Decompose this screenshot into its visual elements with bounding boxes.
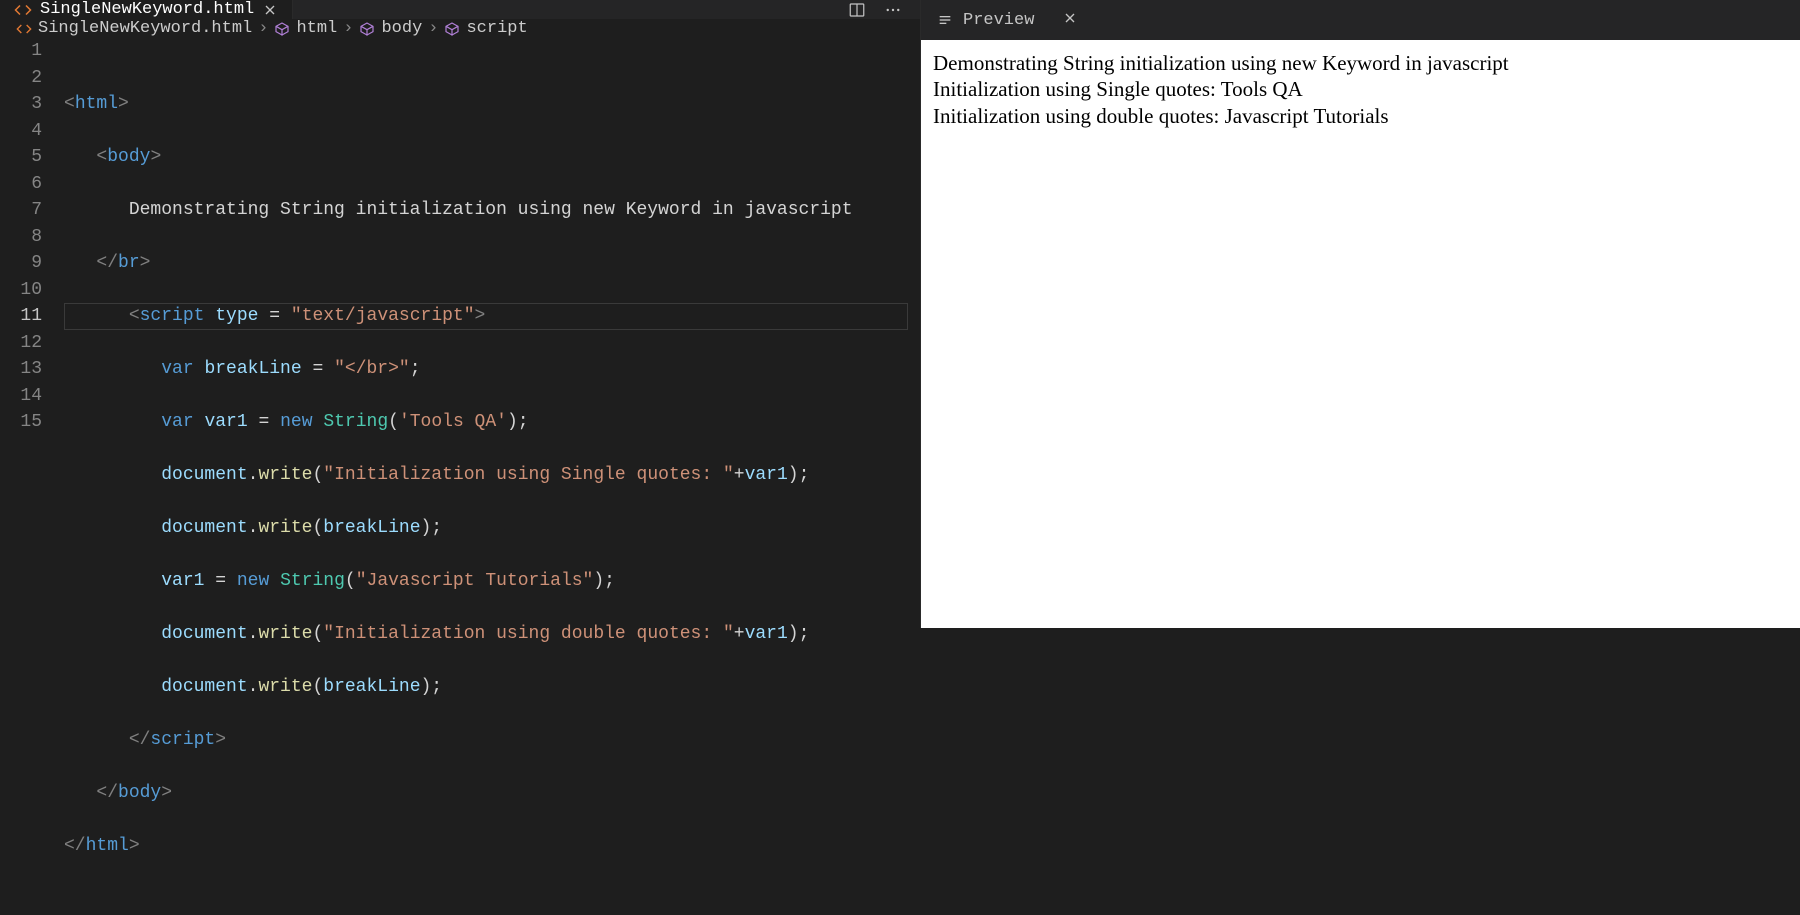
line-number: 4 [0,118,42,145]
ident: document [161,677,247,697]
ident: document [161,465,247,485]
file-html-icon [14,1,32,19]
code[interactable]: <html> <body> Demonstrating String initi… [64,38,920,913]
attr: type [215,306,258,326]
preview-tab-bar: Preview [921,0,1800,40]
line-number: 9 [0,250,42,277]
line-number: 11 [0,303,42,330]
tag: html [75,94,118,114]
line-number: 13 [0,356,42,383]
tab-bar: SingleNewKeyword.html [0,0,920,19]
line-number: 12 [0,330,42,357]
tag: body [118,783,161,803]
close-icon[interactable] [262,2,278,18]
preview-pane: Preview Demonstrating String initializat… [920,0,1800,628]
line-number: 5 [0,144,42,171]
line-number: 3 [0,91,42,118]
breadcrumb-script-label: script [466,19,527,38]
chevron-right-icon: › [343,19,353,38]
string: "</br>" [334,359,410,379]
symbol-icon [444,21,460,37]
func: write [258,518,312,538]
string: "text/javascript" [291,306,475,326]
symbol-icon [359,21,375,37]
file-tab[interactable]: SingleNewKeyword.html [0,0,293,19]
ident: breakLine [323,677,420,697]
line-number: 2 [0,65,42,92]
func: write [258,465,312,485]
text: Demonstrating String initialization usin… [129,200,853,220]
breadcrumb-html[interactable]: html [274,19,337,38]
ident: document [161,518,247,538]
tag: html [86,836,129,856]
ident: var1 [745,465,788,485]
tag: script [150,730,215,750]
line-number: 8 [0,224,42,251]
editor-pane: SingleNewKeyword.html SingleNewKeyword.h… [0,0,920,628]
func: write [258,677,312,697]
preview-line: Initialization using Single quotes: Tool… [933,76,1788,102]
preview-tab[interactable]: Preview [921,0,1050,40]
breadcrumb-script[interactable]: script [444,19,527,38]
tag: body [107,147,150,167]
preview-content: Demonstrating String initialization usin… [921,40,1800,628]
class: String [323,412,388,432]
string: 'Tools QA' [399,412,507,432]
ident: var1 [745,624,788,644]
kw: new [237,571,269,591]
close-icon [1062,10,1078,26]
tag: script [140,306,205,326]
breadcrumb-body[interactable]: body [359,19,422,38]
kw: var [161,359,193,379]
string: "Initialization using double quotes: " [323,624,733,644]
preview-line: Initialization using double quotes: Java… [933,103,1788,129]
func: write [258,624,312,644]
breadcrumb-html-label: html [296,19,337,38]
line-number: 15 [0,409,42,436]
ident: document [161,624,247,644]
breadcrumb-file-label: SingleNewKeyword.html [38,19,252,38]
preview-icon [937,12,953,28]
file-tab-label: SingleNewKeyword.html [40,0,254,19]
file-html-icon [16,21,32,37]
line-number: 1 [0,38,42,65]
ident: breakLine [323,518,420,538]
split-editor-icon[interactable] [848,1,866,19]
kw: var [161,412,193,432]
breadcrumb-body-label: body [381,19,422,38]
breadcrumb-file[interactable]: SingleNewKeyword.html [16,19,252,38]
more-icon[interactable] [884,1,902,19]
preview-line: Demonstrating String initialization usin… [933,50,1788,76]
preview-tab-label: Preview [963,11,1034,30]
symbol-icon [274,21,290,37]
tab-actions [848,1,920,19]
breadcrumbs[interactable]: SingleNewKeyword.html › html › body › sc… [0,19,920,38]
string: "Javascript Tutorials" [356,571,594,591]
gutter: 1 2 3 4 5 6 7 8 9 10 11 12 13 14 15 [0,38,64,913]
line-number: 14 [0,383,42,410]
tag: br [118,253,140,273]
chevron-right-icon: › [428,19,438,38]
line-number: 7 [0,197,42,224]
ident: var1 [161,571,204,591]
preview-close[interactable] [1050,10,1090,31]
string: "Initialization using Single quotes: " [323,465,733,485]
kw: new [280,412,312,432]
line-number: 10 [0,277,42,304]
line-number: 6 [0,171,42,198]
ident: var1 [204,412,247,432]
ident: breakLine [204,359,301,379]
code-area[interactable]: 1 2 3 4 5 6 7 8 9 10 11 12 13 14 15 <htm… [0,38,920,913]
class: String [280,571,345,591]
chevron-right-icon: › [258,19,268,38]
